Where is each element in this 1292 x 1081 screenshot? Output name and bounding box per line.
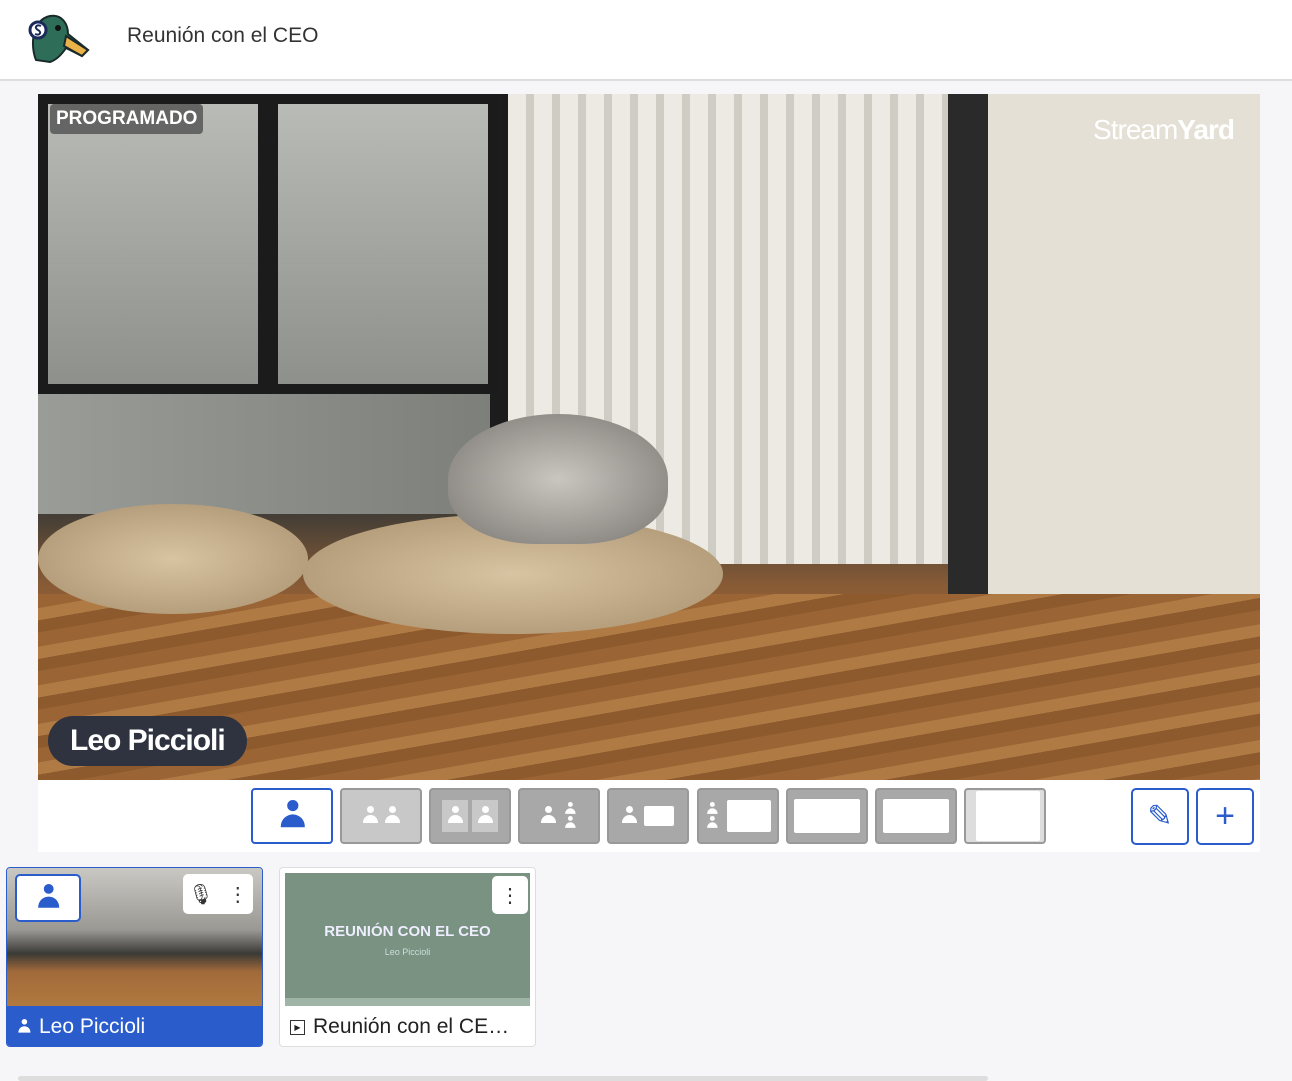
microphone-icon[interactable]: 🎙 (188, 882, 213, 907)
participant-card[interactable]: 🎙 ⋮ Leo Piccioli (6, 867, 263, 1047)
brand-watermark: StreamYard (1093, 114, 1235, 146)
slide-name: Reunión con el CE… (313, 1015, 510, 1038)
add-to-stage-button[interactable] (15, 874, 81, 922)
screen-box (883, 799, 949, 833)
screen-box (976, 791, 1040, 841)
more-options-button[interactable]: ⋮ (492, 876, 528, 914)
participant-label: Leo Piccioli (7, 1006, 262, 1046)
screen-box (644, 806, 674, 826)
video-stage[interactable]: PROGRAMADO StreamYard Leo Piccioli (38, 94, 1260, 780)
cat (448, 414, 668, 544)
status-badge: PROGRAMADO (50, 104, 204, 134)
participant-controls: 🎙 ⋮ (183, 874, 253, 914)
layout-screen-button[interactable] (697, 788, 779, 844)
header: Reunión con el CEO (0, 0, 1292, 81)
person-icon (541, 806, 556, 826)
more-options-icon: ⋮ (500, 884, 520, 907)
screen-box (727, 800, 771, 832)
slide-stripe (285, 998, 530, 1006)
screen-box (794, 799, 860, 833)
person-icon (565, 802, 576, 816)
edit-button[interactable]: ✎ (1131, 788, 1189, 845)
brand-a: Stream (1093, 114, 1178, 145)
layout-group-button[interactable] (429, 788, 511, 844)
layout-controls: ✎ + (38, 780, 1260, 852)
layout-solo-button[interactable] (251, 788, 333, 844)
wall (948, 94, 1260, 614)
slide-title: REUNIÓN CON EL CEO (324, 923, 491, 940)
layout-pip-button[interactable] (786, 788, 868, 844)
person-icon (442, 800, 468, 832)
scrollbar[interactable] (18, 1076, 988, 1081)
small-people (565, 802, 576, 830)
person-icon (707, 802, 718, 816)
add-button[interactable]: + (1196, 788, 1254, 845)
person-icon (18, 1019, 31, 1035)
layout-cropped-button[interactable] (340, 788, 422, 844)
person-icon (622, 806, 637, 826)
layout-news-button[interactable] (607, 788, 689, 844)
person-icon (707, 816, 718, 830)
broadcast-title: Reunión con el CEO (127, 24, 319, 47)
layout-thin-button[interactable] (964, 788, 1046, 844)
person-icon (280, 800, 305, 832)
streamyard-logo-icon (28, 14, 90, 64)
slide-card[interactable]: REUNIÓN CON EL CEO Leo Piccioli ⋮ ▶ Reuni… (279, 867, 536, 1047)
pencil-icon: ✎ (1147, 800, 1173, 833)
plus-icon: + (1215, 797, 1235, 835)
camera-scene (38, 94, 508, 514)
person-icon (363, 806, 378, 826)
person-icon (472, 800, 498, 832)
person-icon (38, 884, 60, 912)
layout-leader-button[interactable] (518, 788, 600, 844)
slide-label: ▶ Reunión con el CE… (280, 1006, 535, 1046)
person-icon (385, 806, 400, 826)
name-tag: Leo Piccioli (48, 716, 247, 766)
participant-name: Leo Piccioli (39, 1015, 146, 1038)
window (268, 94, 498, 394)
slide-icon: ▶ (290, 1019, 305, 1035)
layout-cinema-button[interactable] (875, 788, 957, 844)
window (38, 94, 268, 394)
small-people (707, 802, 718, 830)
cat-bed (38, 504, 308, 614)
slide-subtitle: Leo Piccioli (384, 947, 431, 957)
person-icon (565, 816, 576, 830)
brand-b: Yard (1177, 114, 1235, 145)
more-options-icon[interactable]: ⋮ (228, 882, 248, 907)
